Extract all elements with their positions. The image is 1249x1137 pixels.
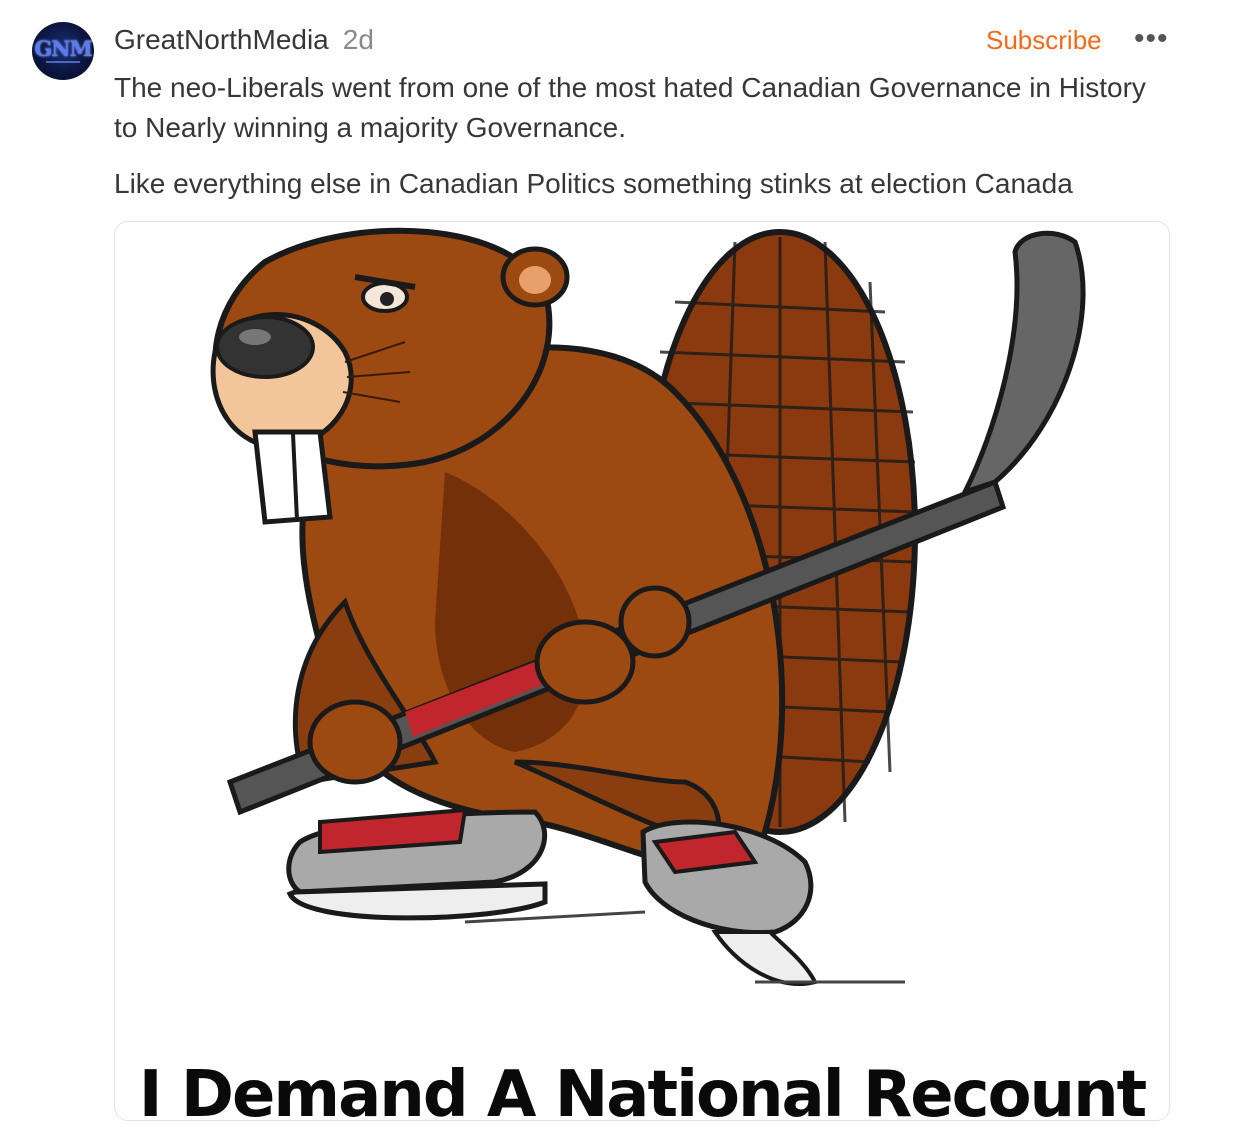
more-options-icon[interactable]: ••• <box>1134 22 1169 56</box>
subscribe-button[interactable]: Subscribe <box>986 25 1102 56</box>
post-paragraph-2: Like everything else in Canadian Politic… <box>114 168 1073 199</box>
avatar-logo-text: GNM <box>34 36 92 61</box>
post-image[interactable]: I Demand A National Recount <box>114 221 1170 1121</box>
image-caption: I Demand A National Recount <box>138 1058 1148 1121</box>
publication-avatar[interactable]: GNM <box>32 22 94 80</box>
post-paragraph-1: The neo-Liberals went from one of the mo… <box>114 72 1146 143</box>
post-timestamp: 2d <box>342 24 374 55</box>
avatar-logo-underline <box>46 61 80 63</box>
publication-name[interactable]: GreatNorthMedia <box>114 24 329 56</box>
beaver-hockey-illustration <box>210 227 1086 986</box>
post-header: GreatNorthMedia 2d <box>114 24 374 58</box>
